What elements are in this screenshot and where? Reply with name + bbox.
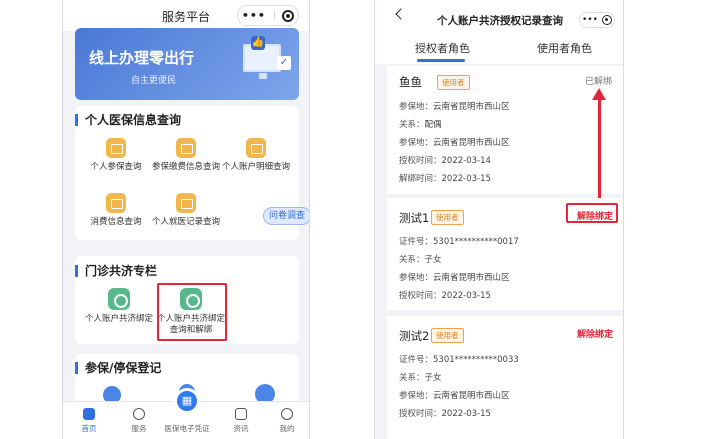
record-name: 测试2 [399, 329, 430, 343]
tab-news[interactable]: 资讯 [221, 408, 261, 434]
thumbs-up-icon: 👍 [251, 36, 265, 50]
record-row: 关系：子女 [399, 255, 442, 265]
record-row: 参保地：云南省昆明市西山区 [399, 391, 510, 401]
survey-button[interactable]: 问卷调查 [263, 207, 309, 225]
unbound-status: 已解绑 [585, 77, 613, 87]
record-row: 关系：配偶 [399, 120, 442, 130]
screenshot-stage: 服务平台 ••• 线上办理零出行 自主更便民 👍 ✓ 个人医保信息查询 个人参保… [0, 0, 709, 439]
grid-item-medical-record[interactable]: 个人就医记录查询 [151, 193, 221, 228]
record-name: 鱼鱼 [399, 75, 422, 89]
consumption-icon [106, 193, 126, 213]
section-title-clinic: 门诊共济专栏 [75, 265, 157, 277]
unbind-button[interactable]: 解除绑定 [577, 327, 613, 340]
highlight-box [157, 283, 227, 341]
banner-subtitle: 自主更便民 [131, 76, 177, 86]
compass-icon [133, 408, 145, 420]
capsule-divider [273, 10, 275, 21]
promo-banner[interactable]: 线上办理零出行 自主更便民 👍 ✓ [75, 28, 299, 100]
account-detail-icon [246, 138, 266, 158]
record-row: 参保地：云南省昆明市西山区 [399, 273, 510, 283]
banner-headline: 线上办理零出行 [89, 49, 195, 67]
payment-icon [176, 138, 196, 158]
more-icon[interactable]: ••• [582, 15, 598, 25]
grid-item-label: 个人参保查询 [90, 162, 142, 172]
role-badge: 使用者 [431, 328, 464, 343]
close-mini-program-icon[interactable] [601, 15, 612, 25]
record-row: 解绑时间：2022-03-15 [399, 174, 491, 184]
grid-item-label: 参保缴费信息查询 [151, 162, 220, 172]
unbind-highlight-box [566, 203, 618, 223]
mini-program-capsule: ••• [579, 12, 615, 28]
tab-bar: 首页 服务 ▦ 医保电子凭证 资讯 我的 [63, 388, 309, 439]
grid-item-account-detail[interactable]: 个人账户明细查询 [221, 138, 291, 173]
nav-bar: 服务平台 ••• [63, 0, 309, 31]
record-name: 测试1 [399, 211, 430, 225]
nav-bar: 个人账户共济授权记录查询 ••• 授权者角色 使用者角色 [375, 0, 623, 64]
service-platform-screen: 服务平台 ••• 线上办理零出行 自主更便民 👍 ✓ 个人医保信息查询 个人参保… [62, 0, 310, 439]
record-row: 证件号：5301**********0017 [399, 237, 519, 247]
more-icon[interactable]: ••• [242, 9, 266, 22]
tab-mine[interactable]: 我的 [267, 408, 307, 434]
record-row: 关系：子女 [399, 373, 442, 383]
home-icon [83, 408, 95, 420]
record-card: 鱼鱼 使用者 已解绑 参保地：云南省昆明市西山区 关系：配偶 参保地：云南省昆明… [387, 66, 623, 194]
record-row: 参保地：云南省昆明市西山区 [399, 138, 510, 148]
page-title: 个人账户共济授权记录查询 [437, 15, 563, 27]
close-mini-program-icon[interactable] [282, 9, 295, 22]
tab-home[interactable]: 首页 [69, 408, 109, 434]
grid-item-label: 个人账户明细查询 [221, 162, 290, 172]
grid-item-label: 个人就医记录查询 [151, 217, 220, 227]
grid-item-label: 消费信息查询 [90, 217, 142, 227]
role-badge: 使用者 [431, 210, 464, 225]
record-row: 授权时间：2022-03-15 [399, 291, 491, 301]
tab-grantor-role[interactable]: 授权者角色 [415, 40, 470, 56]
binding-icon [108, 288, 130, 310]
grid-item-label: 个人账户共济绑定 [84, 314, 153, 324]
active-tab-indicator [417, 59, 465, 62]
section-title-info: 个人医保信息查询 [75, 114, 181, 126]
section-title-insure: 参保/停保登记 [75, 362, 161, 374]
tab-label-e-certificate[interactable]: 医保电子凭证 [157, 423, 217, 434]
medical-record-icon [176, 193, 196, 213]
annotation-arrow [598, 98, 601, 198]
back-arrow-icon[interactable] [395, 8, 407, 20]
news-icon [235, 408, 247, 420]
tab-label: 首页 [81, 424, 97, 433]
insurance-card-icon [106, 138, 126, 158]
record-card: 测试2 使用者 解除绑定 证件号：5301**********0033 关系：子… [387, 316, 623, 439]
mini-program-capsule: ••• [237, 5, 299, 26]
grid-item-account-binding[interactable]: 个人账户共济绑定 [83, 288, 155, 325]
record-row: 证件号：5301**********0033 [399, 355, 519, 365]
checklist-icon: ✓ [277, 56, 291, 70]
record-row: 授权时间：2022-03-15 [399, 409, 491, 419]
record-row: 参保地：云南省昆明市西山区 [399, 102, 510, 112]
user-icon [281, 408, 293, 420]
grid-item-payment-query[interactable]: 参保缴费信息查询 [151, 138, 221, 173]
annotation-arrowhead [592, 88, 606, 100]
record-row: 授权时间：2022-03-14 [399, 156, 491, 166]
tab-label: 资讯 [233, 424, 249, 433]
tab-label: 服务 [131, 424, 147, 433]
qr-code-icon[interactable]: ▦ [174, 388, 200, 414]
tab-user-role[interactable]: 使用者角色 [537, 40, 592, 56]
grid-item-consumption-query[interactable]: 消费信息查询 [81, 193, 151, 228]
role-badge: 使用者 [437, 75, 470, 90]
tab-label: 我的 [279, 424, 295, 433]
grid-item-personal-insurance[interactable]: 个人参保查询 [81, 138, 151, 173]
tab-service[interactable]: 服务 [119, 408, 159, 434]
